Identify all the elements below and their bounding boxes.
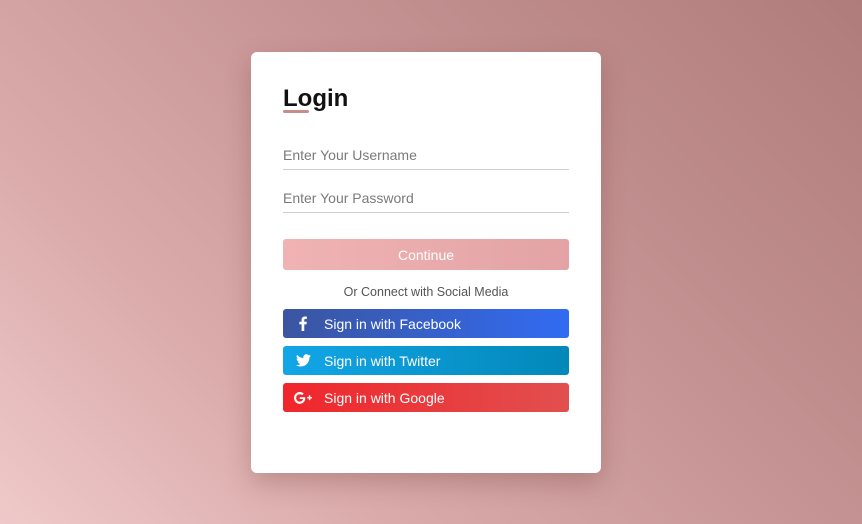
facebook-signin-label: Sign in with Facebook [324,315,461,332]
twitter-signin-button[interactable]: Sign in with Twitter [283,346,569,375]
google-signin-label: Sign in with Google [324,389,445,406]
twitter-signin-label: Sign in with Twitter [324,352,441,369]
facebook-icon [283,309,323,338]
password-input[interactable] [283,184,569,213]
google-signin-button[interactable]: Sign in with Google [283,383,569,412]
username-input[interactable] [283,141,569,170]
facebook-signin-button[interactable]: Sign in with Facebook [283,309,569,338]
title-underline [283,110,309,113]
login-card: Login Continue Or Connect with Social Me… [251,52,601,473]
social-connect-text: Or Connect with Social Media [343,285,509,299]
google-plus-icon [283,383,323,412]
continue-button[interactable]: Continue [283,239,569,270]
twitter-icon [283,346,323,375]
